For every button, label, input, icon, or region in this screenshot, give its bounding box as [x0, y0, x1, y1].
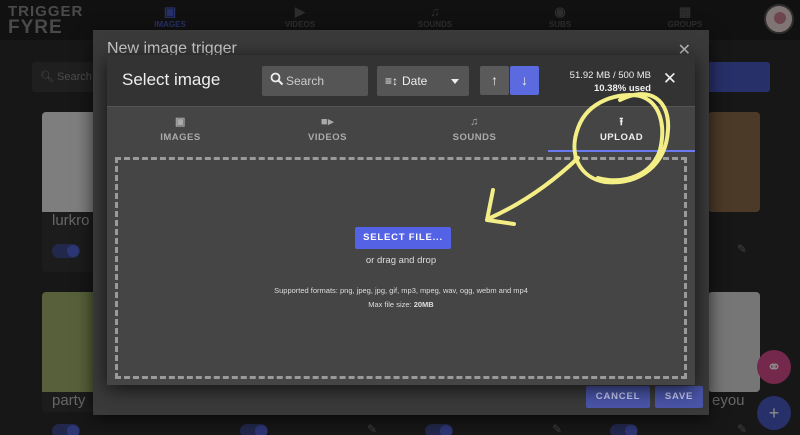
modal-title: Select image: [122, 70, 221, 89]
max-file-size-value: 20MB: [413, 300, 434, 309]
search-field[interactable]: [262, 66, 368, 96]
tab-upload[interactable]: ⭱ UPLOAD: [548, 108, 695, 152]
tab-upload-label: UPLOAD: [599, 132, 644, 143]
storage-percent: 10.38% used: [593, 83, 651, 94]
arrow-up-icon: ↑: [491, 72, 498, 88]
select-file-button[interactable]: SELECT FILE...: [355, 227, 451, 249]
sort-value: Date: [402, 74, 428, 88]
max-file-size-label: Max file size:: [368, 300, 414, 309]
tab-sounds[interactable]: ♫ SOUNDS: [401, 108, 548, 152]
sort-icon: ≡↕: [385, 74, 399, 88]
video-icon: ■▸: [320, 116, 335, 128]
chevron-down-icon: [451, 79, 459, 84]
storage-usage: 51.92 MB / 500 MB 10.38% used: [570, 69, 651, 95]
max-file-size: Max file size: 20MB: [118, 300, 684, 309]
drag-drop-hint: or drag and drop: [365, 255, 437, 266]
music-icon: ♫: [470, 116, 479, 128]
sort-select[interactable]: ≡↕ Date: [377, 66, 469, 96]
storage-used: 51.92 MB / 500 MB: [569, 70, 651, 81]
tab-images[interactable]: ▣ IMAGES: [107, 108, 254, 152]
close-icon[interactable]: ✕: [663, 69, 677, 89]
tab-sounds-label: SOUNDS: [452, 132, 497, 143]
cancel-button[interactable]: CANCEL: [586, 386, 650, 408]
save-button[interactable]: SAVE: [655, 386, 703, 408]
image-icon: ▣: [175, 116, 186, 128]
supported-formats: Supported formats: png, jpeg, jpg, gif, …: [274, 286, 528, 295]
upload-dropzone[interactable]: SELECT FILE... or drag and drop Supporte…: [115, 157, 687, 379]
search-icon: [270, 72, 284, 86]
search-input[interactable]: [286, 66, 366, 96]
tab-videos-label: VIDEOS: [308, 132, 347, 143]
upload-icon: ⭱: [619, 116, 624, 128]
tab-videos[interactable]: ■▸ VIDEOS: [254, 108, 401, 152]
media-tabs: ▣ IMAGES ■▸ VIDEOS ♫ SOUNDS ⭱ UPLOAD: [107, 108, 695, 152]
modal-header: Select image ≡↕ Date ↑ ↓ 51.92 MB / 500 …: [107, 55, 695, 107]
tab-images-label: IMAGES: [160, 132, 201, 143]
select-image-modal: Select image ≡↕ Date ↑ ↓ 51.92 MB / 500 …: [107, 55, 695, 385]
arrow-down-icon: ↓: [521, 72, 528, 88]
sort-descending-button[interactable]: ↓: [510, 66, 539, 95]
sort-ascending-button[interactable]: ↑: [480, 66, 509, 95]
